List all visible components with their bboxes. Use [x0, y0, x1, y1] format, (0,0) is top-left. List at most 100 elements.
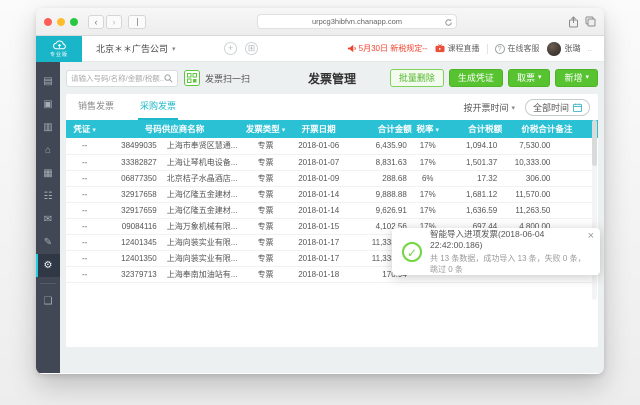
table-row[interactable]: --38499035上海市奉贤区慧通...专票2018-01-066,435.9…: [66, 138, 598, 154]
search-input[interactable]: [71, 74, 164, 83]
url-text: urpcg3hibfvn.chanapp.com: [312, 17, 402, 26]
calendar-icon: [573, 103, 582, 112]
divider: [487, 44, 488, 54]
cell-amount: 8,831.63: [348, 154, 412, 170]
apps-grid-button[interactable]: ⊞: [245, 42, 258, 55]
cell-tax: 1,094.10: [444, 138, 503, 154]
cell-rate: 17%: [412, 138, 444, 154]
table-row[interactable]: --32917658上海亿隆五金建材...专票2018-01-149,888.8…: [66, 186, 598, 202]
cell-voucher: --: [66, 218, 103, 234]
scrollbar-thumb[interactable]: [592, 120, 597, 166]
forward-button[interactable]: ›: [106, 15, 122, 29]
cell-date: 2018-01-18: [289, 266, 348, 282]
cell-number: 09084116: [103, 218, 162, 234]
qr-scan-icon: [187, 73, 197, 83]
cell-supplier: 上海让琴机电设备...: [162, 154, 242, 170]
table-row[interactable]: --32917659上海亿隆五金建材...专票2018-01-149,626.9…: [66, 202, 598, 218]
chevron-down-icon: ▾: [538, 70, 542, 86]
sidebar-toggle-icon[interactable]: [128, 15, 146, 29]
user-menu[interactable]: 张璐: [547, 42, 581, 56]
sidebar: ▤ ▣ ▥⌂▦☷✉✎ ⚙ ❑: [36, 62, 60, 373]
sort-by-date-dropdown[interactable]: 按开票时间▾: [463, 101, 515, 114]
share-icon[interactable]: [568, 16, 579, 28]
minimize-window-button[interactable]: [57, 18, 65, 26]
column-header-voucher[interactable]: 凭证▾: [66, 120, 103, 138]
invoice-scan-button[interactable]: [184, 70, 200, 86]
cell-voucher: --: [66, 154, 103, 170]
app-logo[interactable]: 专业版: [36, 36, 82, 62]
cell-type: 专票: [242, 266, 290, 282]
cell-number: 12401345: [103, 234, 162, 250]
generate-voucher-button[interactable]: 生成凭证: [449, 69, 503, 87]
announcement-link[interactable]: 5月30日 新税规定--: [347, 43, 428, 54]
cell-voucher: --: [66, 138, 103, 154]
page-title: 发票管理: [308, 70, 356, 87]
address-bar[interactable]: urpcg3hibfvn.chanapp.com: [257, 14, 457, 29]
cell-type: 专票: [242, 250, 290, 266]
add-new-button[interactable]: 新增▾: [555, 69, 598, 87]
cell-total: 11,263.50: [502, 202, 555, 218]
tab-sales-invoice[interactable]: 销售发票: [76, 93, 116, 120]
success-check-icon: ✓: [402, 242, 422, 262]
cell-rate: 17%: [412, 154, 444, 170]
sidebar-item-assets[interactable]: ⌂: [36, 139, 60, 162]
cell-voucher: --: [66, 234, 103, 250]
cell-date: 2018-01-17: [289, 250, 348, 266]
close-icon[interactable]: ×: [588, 230, 594, 242]
search-icon[interactable]: [164, 74, 173, 83]
chevron-down-icon: ▾: [585, 70, 589, 86]
cell-total: 10,333.00: [502, 154, 555, 170]
cell-rate: 6%: [412, 170, 444, 186]
sidebar-item-settings[interactable]: ⚙: [36, 254, 60, 277]
table-row[interactable]: --06877350北京桔子水晶酒店...专票2018-01-09288.686…: [66, 170, 598, 186]
sidebar-item-gift[interactable]: ❑: [36, 290, 60, 313]
sidebar-item-calendar[interactable]: ▦: [36, 162, 60, 185]
cell-date: 2018-01-14: [289, 202, 348, 218]
company-selector[interactable]: 北京＊＊广告公司 ▾: [96, 42, 216, 55]
add-company-button[interactable]: +: [224, 42, 237, 55]
search-box: [66, 70, 178, 87]
sidebar-item-inventory[interactable]: ☷: [36, 185, 60, 208]
tab-overview-icon[interactable]: [585, 16, 596, 27]
tv-icon: [435, 44, 445, 53]
refresh-icon[interactable]: [444, 18, 453, 27]
invoice-scan-label: 发票扫一扫: [205, 72, 250, 85]
app-body: ▤▣▥⌂▦☷✉✎⚙❑ 发票扫一扫 发票管理 批量删除 生成凭证 取: [36, 62, 604, 373]
online-support-link[interactable]: ? 在线客服: [495, 43, 540, 54]
batch-delete-button[interactable]: 批量删除: [390, 69, 444, 87]
sidebar-item-voucher[interactable]: ▣: [36, 93, 60, 116]
sidebar-item-reports[interactable]: ▥: [36, 116, 60, 139]
cell-number: 06877350: [103, 170, 162, 186]
table-row[interactable]: --33382827上海让琴机电设备...专票2018-01-078,831.6…: [66, 154, 598, 170]
cell-date: 2018-01-17: [289, 234, 348, 250]
sidebar-item-print[interactable]: ✉: [36, 208, 60, 231]
column-header-rate[interactable]: 税率▾: [412, 120, 444, 138]
close-window-button[interactable]: [44, 18, 52, 26]
column-header-supplier: 供应商名称: [162, 120, 242, 138]
gift-icon: ❑: [44, 296, 53, 307]
cell-supplier: 上海万象机械有限...: [162, 218, 242, 234]
cell-type: 专票: [242, 202, 290, 218]
cell-amount: 9,626.91: [348, 202, 412, 218]
sidebar-item-ledger[interactable]: ▤: [36, 70, 60, 93]
cell-number: 32917659: [103, 202, 162, 218]
course-live-link[interactable]: 课程直播: [435, 43, 480, 54]
back-button[interactable]: ‹: [88, 15, 104, 29]
urlbar-area: urpcg3hibfvn.chanapp.com: [152, 14, 562, 29]
voucher-icon: ▣: [43, 99, 52, 110]
column-header-type[interactable]: 发票类型▾: [242, 120, 290, 138]
cell-number: 33382827: [103, 154, 162, 170]
cell-amount: 6,435.90: [348, 138, 412, 154]
cell-supplier: 上海奉南加油站有...: [162, 266, 242, 282]
sort-caret-icon: ▾: [435, 127, 439, 134]
tab-purchase-invoice[interactable]: 采购发票: [138, 93, 178, 120]
fetch-invoice-button[interactable]: 取票▾: [508, 69, 551, 87]
settings-icon: ⚙: [44, 260, 53, 271]
cell-rate: 17%: [412, 202, 444, 218]
cell-supplier: 上海市奉贤区慧通...: [162, 138, 242, 154]
zoom-window-button[interactable]: [70, 18, 78, 26]
sort-caret-icon: ▾: [92, 127, 96, 134]
date-range-filter[interactable]: 全部时间: [525, 99, 590, 116]
sidebar-item-edit-check[interactable]: ✎: [36, 231, 60, 254]
invoice-table-header: 凭证▾号码供应商名称发票类型▾开票日期合计金额税率▾合计税额价税合计备注: [66, 120, 598, 138]
